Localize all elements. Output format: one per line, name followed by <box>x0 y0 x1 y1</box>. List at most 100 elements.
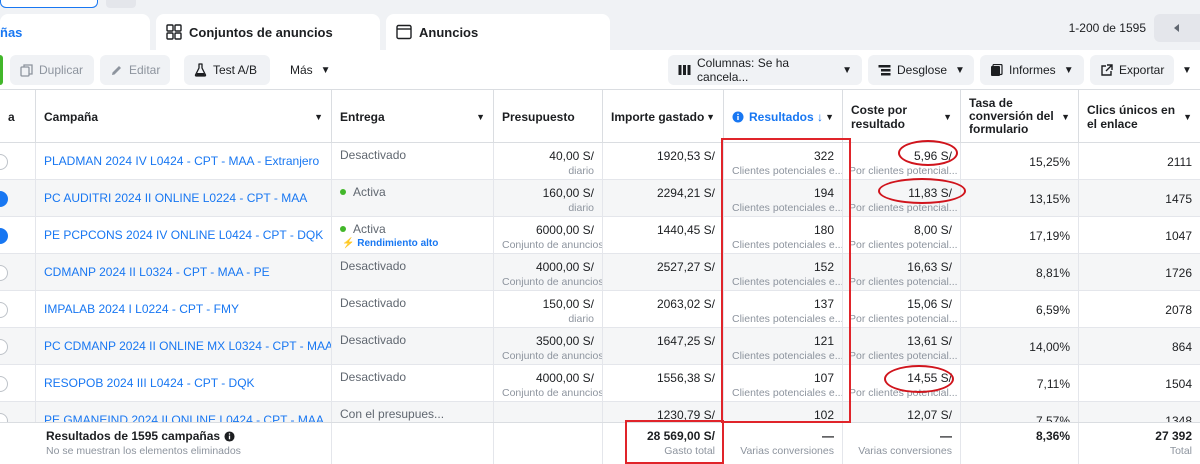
rate-value: 7,11% <box>1036 377 1070 391</box>
campaign-toggle[interactable] <box>0 302 8 318</box>
header-results-label: Resultados ↓ <box>749 109 824 124</box>
results-cell: 194 Clientes potenciales e... <box>724 180 843 217</box>
search-box-edge[interactable] <box>0 0 98 8</box>
delivery-cell: Activa ⚡ Rendimiento alto <box>332 217 494 254</box>
grid-icon <box>166 24 182 40</box>
table-row[interactable]: IMPALAB 2024 I L0224 - CPT - FMY Desactiv… <box>0 291 1200 328</box>
table-row[interactable]: PC CDMANP 2024 II ONLINE MX L0324 - CPT … <box>0 328 1200 365</box>
cpr-cell: 15,06 S/Por clientes potencial... <box>843 291 961 328</box>
budget-cell: 150,00 S/diario <box>494 291 603 328</box>
campaign-name-link[interactable]: CDMANP 2024 II L0324 - CPT - MAA - PE <box>44 265 270 279</box>
create-button-edge[interactable] <box>0 55 3 85</box>
info-icon[interactable] <box>732 111 744 123</box>
cpr-cell: 13,61 S/Por clientes potencial... <box>843 328 961 365</box>
spent-value: 1920,53 S/ <box>656 149 715 163</box>
footer-title: Resultados de 1595 campañas <box>46 429 221 443</box>
table-row[interactable]: CDMANP 2024 II L0324 - CPT - MAA - PE Des… <box>0 254 1200 291</box>
prev-page-button[interactable] <box>1154 14 1200 42</box>
tab-campaigns[interactable]: ñas <box>0 14 150 50</box>
campaign-name-cell: IMPALAB 2024 I L0224 - CPT - FMY <box>36 291 332 328</box>
budget-value: 3500,00 S/ <box>535 334 594 348</box>
budget-sub: Conjunto de anuncios <box>502 350 603 362</box>
results-value: 102 <box>813 408 834 422</box>
delivery-status: Activa <box>340 184 485 200</box>
export-dropdown-button[interactable]: ▼ <box>1178 55 1200 85</box>
caret-down-icon: ▼ <box>825 112 834 122</box>
tab-ads[interactable]: Anuncios <box>386 14 610 50</box>
caret-down-icon: ▼ <box>943 112 952 122</box>
campaign-toggle[interactable] <box>0 228 8 244</box>
cpr-cell: 5,96 S/Por clientes potencial... <box>843 143 961 180</box>
campaign-name-link[interactable]: PC AUDITRI 2024 II ONLINE L0224 - CPT - … <box>44 191 307 205</box>
delivery-status: Con el presupues... <box>340 406 485 422</box>
campaign-toggle[interactable] <box>0 339 8 355</box>
campaign-toggle[interactable] <box>0 191 8 207</box>
table-row[interactable]: PC AUDITRI 2024 II ONLINE L0224 - CPT - … <box>0 180 1200 217</box>
header-spent[interactable]: Importe gastado ▼ <box>603 90 724 143</box>
budget-sub: Conjunto de anuncios <box>502 239 603 251</box>
caret-down-icon: ▼ <box>314 112 323 122</box>
toolbar-edge[interactable] <box>106 0 136 8</box>
spent-cell: 2063,02 S/ <box>603 291 724 328</box>
results-value: 194 <box>813 186 834 200</box>
cpr-value: 8,00 S/ <box>913 223 952 237</box>
spent-value: 2527,27 S/ <box>656 260 715 274</box>
campaign-name-link[interactable]: PE PCPCONS 2024 IV ONLINE L0424 - CPT - … <box>44 228 323 242</box>
footer-clicks-value: 27 392 <box>1155 429 1192 443</box>
header-cpr[interactable]: Coste por resultado ▼ <box>843 90 961 143</box>
cpr-value: 14,55 S/ <box>907 371 952 385</box>
table-row[interactable]: PE PCPCONS 2024 IV ONLINE L0424 - CPT - … <box>0 217 1200 254</box>
row-toggle-cell <box>0 217 36 254</box>
duplicate-label: Duplicar <box>39 63 84 77</box>
header-budget[interactable]: Presupuesto <box>494 90 603 143</box>
cpr-value: 12,07 S/ <box>907 408 952 422</box>
pagination-range: 1-200 de 1595 <box>1068 21 1146 35</box>
info-icon[interactable] <box>224 430 235 442</box>
clicks-cell: 2111 <box>1079 143 1200 180</box>
export-icon <box>1100 63 1113 77</box>
clicks-value: 1504 <box>1165 377 1192 391</box>
campaign-name-link[interactable]: RESOPOB 2024 III L0424 - CPT - DQK <box>44 376 255 390</box>
campaign-toggle[interactable] <box>0 154 8 170</box>
header-rate[interactable]: Tasa de conversión del formulario ▼ <box>961 90 1079 143</box>
tab-adsets[interactable]: Conjuntos de anuncios <box>156 14 380 50</box>
edit-button[interactable]: Editar <box>100 55 170 85</box>
footer-cpr: — Varias conversiones <box>843 423 961 464</box>
campaign-name-link[interactable]: PC CDMANP 2024 II ONLINE MX L0324 - CPT … <box>44 339 331 353</box>
export-button[interactable]: Exportar <box>1090 55 1174 85</box>
spent-value: 2294,21 S/ <box>656 186 715 200</box>
cpr-value: 13,61 S/ <box>907 334 952 348</box>
campaign-name-cell: RESOPOB 2024 III L0424 - CPT - DQK <box>36 365 332 402</box>
campaign-name-link[interactable]: PLADMAN 2024 IV L0424 - CPT - MAA - Extr… <box>44 154 319 168</box>
edit-label: Editar <box>129 63 161 77</box>
results-value: 137 <box>813 297 834 311</box>
cpr-cell: 14,55 S/Por clientes potencial... <box>843 365 961 402</box>
footer-results-sub: Varias conversiones <box>740 445 834 457</box>
header-spent-label: Importe gastado <box>611 109 705 124</box>
campaign-toggle[interactable] <box>0 265 8 281</box>
delivery-cell: Desactivado <box>332 365 494 402</box>
results-sub: Clientes potenciales e... <box>732 276 843 288</box>
delivery-label: Desactivado <box>340 259 407 273</box>
header-results[interactable]: Resultados ↓ ▼ <box>724 90 843 143</box>
more-button[interactable]: Más ▼ <box>280 55 340 85</box>
delivery-cell: Desactivado <box>332 143 494 180</box>
ab-test-button[interactable]: Test A/B <box>184 55 270 85</box>
header-delivery[interactable]: Entrega ▼ <box>332 90 494 143</box>
reports-button[interactable]: Informes ▼ <box>980 55 1084 85</box>
campaign-toggle[interactable] <box>0 376 8 392</box>
breakdown-button[interactable]: Desglose ▼ <box>868 55 974 85</box>
table-row[interactable]: PLADMAN 2024 IV L0424 - CPT - MAA - Extr… <box>0 143 1200 180</box>
results-cell: 152 Clientes potenciales e... <box>724 254 843 291</box>
header-cpr-label: Coste por resultado <box>851 102 908 131</box>
campaign-name-link[interactable]: IMPALAB 2024 I L0224 - CPT - FMY <box>44 302 239 316</box>
header-campaign-label: Campaña <box>44 109 99 124</box>
duplicate-button[interactable]: Duplicar <box>10 55 94 85</box>
header-clicks[interactable]: Clics únicos en el enlace ▼ <box>1079 90 1200 143</box>
active-dot-icon <box>340 226 346 232</box>
header-partial[interactable]: a <box>0 90 36 143</box>
columns-button[interactable]: Columnas: Se ha cancela... ▼ <box>668 55 862 85</box>
header-campaign[interactable]: Campaña ▼ <box>36 90 332 143</box>
table-row[interactable]: RESOPOB 2024 III L0424 - CPT - DQK Desact… <box>0 365 1200 402</box>
campaign-name-cell: PC CDMANP 2024 II ONLINE MX L0324 - CPT … <box>36 328 332 365</box>
